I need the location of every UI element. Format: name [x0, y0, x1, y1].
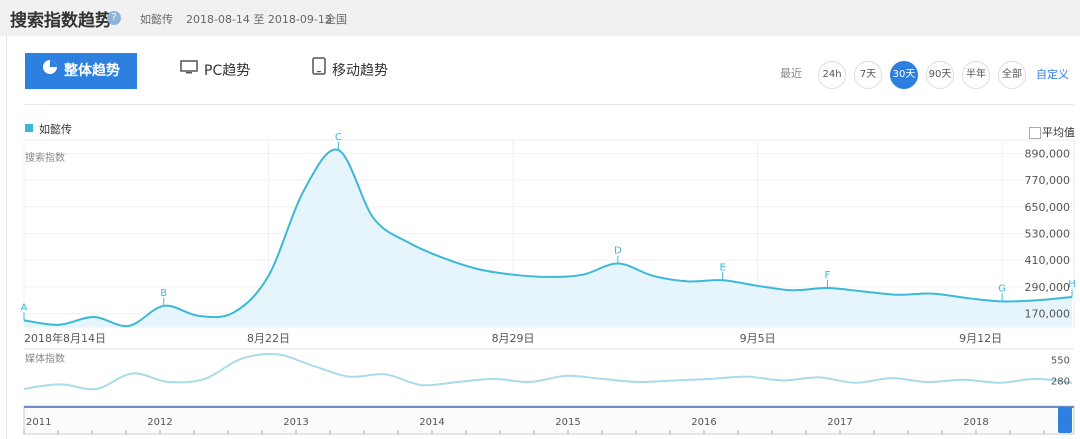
- y-tick-label: 650,000: [1025, 201, 1071, 214]
- navigator-year-label: 2016: [691, 417, 716, 428]
- y-tick-label: 410,000: [1025, 254, 1071, 267]
- media-index-line: [23, 352, 1073, 391]
- x-tick-label: 2018年8月14日: [24, 331, 106, 345]
- annotation-label[interactable]: E: [720, 262, 726, 273]
- annotation-label[interactable]: G: [998, 283, 1006, 294]
- trend-chart: ABCDEFG H 890,000770,000650,000530,000410…: [21, 132, 1076, 435]
- navigator-year-label: 2015: [555, 417, 580, 428]
- annotation-label[interactable]: A: [21, 302, 28, 313]
- y-tick-label: 890,000: [1025, 147, 1071, 160]
- navigator-year-label: 2011: [26, 417, 51, 428]
- media-y-tick-label: 550: [1051, 356, 1070, 367]
- media-chart-title: 媒体指数: [25, 352, 65, 365]
- x-tick-label: 9月5日: [740, 332, 776, 345]
- annotation-label[interactable]: C: [335, 132, 342, 143]
- y-tick-label: 170,000: [1025, 308, 1071, 321]
- y-tick-label: 290,000: [1025, 281, 1071, 294]
- annotation-label[interactable]: F: [825, 270, 831, 281]
- y-tick-label: 770,000: [1025, 174, 1071, 187]
- navigator-bar[interactable]: [23, 405, 1075, 435]
- navigator-year-label: 2018: [963, 417, 988, 428]
- x-tick-label: 8月22日: [247, 332, 290, 345]
- navigator-year-label: 2013: [283, 417, 308, 428]
- navigator-year-label: 2014: [419, 417, 444, 428]
- y-axis-title: 搜索指数: [25, 151, 65, 164]
- y-tick-label: 530,000: [1025, 228, 1071, 241]
- navigator-year-label: 2012: [147, 417, 172, 428]
- annotation-label[interactable]: B: [160, 288, 167, 299]
- search-index-area: [24, 149, 1072, 327]
- media-y-tick-label: 280: [1051, 376, 1070, 387]
- navigator-year-label: 2017: [827, 417, 852, 428]
- x-tick-label: 8月29日: [492, 332, 535, 345]
- annotation-label[interactable]: D: [614, 246, 622, 257]
- navigator-handle[interactable]: [1058, 407, 1072, 433]
- x-tick-label: 9月12日: [959, 332, 1002, 345]
